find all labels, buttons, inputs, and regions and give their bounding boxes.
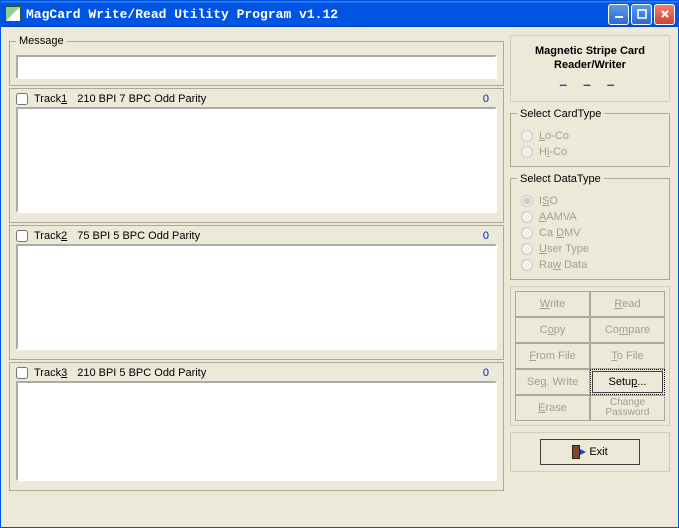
- button-grid: Write Read Copy Compare From File To Fil…: [510, 286, 670, 426]
- cardtype-hico[interactable]: Hi-Co: [521, 146, 659, 158]
- track1-checkbox[interactable]: [16, 93, 28, 105]
- message-legend: Message: [16, 35, 67, 47]
- minimize-icon: [614, 9, 624, 19]
- window-buttons: [608, 4, 675, 25]
- setup-button[interactable]: Setup...: [590, 369, 665, 395]
- brand-dashes: – – –: [515, 75, 665, 93]
- track1-header: Track1 210 BPI 7 BPC Odd Parity 0: [16, 93, 497, 105]
- track1-info: 210 BPI 7 BPC Odd Parity: [77, 93, 206, 105]
- track2-label: Track2: [34, 230, 67, 242]
- copy-button[interactable]: Copy: [515, 317, 590, 343]
- track2-info: 75 BPI 5 BPC Odd Parity: [77, 230, 200, 242]
- track1-group: Track1 210 BPI 7 BPC Odd Parity 0: [9, 88, 504, 223]
- app-icon: [5, 6, 21, 22]
- track3-header: Track3 210 BPI 5 BPC Odd Parity 0: [16, 367, 497, 379]
- datatype-usertype-radio[interactable]: [521, 243, 533, 255]
- titlebar: MagCard Write/Read Utility Program v1.12: [1, 1, 678, 27]
- track1-label: Track1: [34, 93, 67, 105]
- track2-textarea[interactable]: [16, 244, 497, 350]
- datatype-rawdata-radio[interactable]: [521, 259, 533, 271]
- track1-textarea[interactable]: [16, 107, 497, 213]
- datatype-legend: Select DataType: [517, 173, 604, 185]
- track2-header: Track2 75 BPI 5 BPC Odd Parity 0: [16, 230, 497, 242]
- datatype-aamva-radio[interactable]: [521, 211, 533, 223]
- track3-checkbox[interactable]: [16, 367, 28, 379]
- write-button[interactable]: Write: [515, 291, 590, 317]
- datatype-usertype[interactable]: User Type: [521, 243, 659, 255]
- datatype-cadmv[interactable]: Ca DMV: [521, 227, 659, 239]
- erase-button[interactable]: Erase: [515, 395, 590, 421]
- datatype-aamva[interactable]: AAMVA: [521, 211, 659, 223]
- from-file-button[interactable]: From File: [515, 343, 590, 369]
- seq-write-button[interactable]: Seq. Write: [515, 369, 590, 395]
- close-icon: [660, 9, 670, 19]
- track1-count: 0: [483, 93, 489, 105]
- track3-textarea[interactable]: [16, 381, 497, 481]
- cardtype-legend: Select CardType: [517, 108, 604, 120]
- datatype-cadmv-radio[interactable]: [521, 227, 533, 239]
- cardtype-hico-radio[interactable]: [521, 146, 533, 158]
- cardtype-loco-radio[interactable]: [521, 130, 533, 142]
- brand-box: Magnetic Stripe Card Reader/Writer – – –: [510, 35, 670, 102]
- exit-button[interactable]: Exit: [540, 439, 640, 465]
- datatype-group: Select DataType ISO AAMVA Ca DMV: [510, 173, 670, 280]
- change-password-button[interactable]: ChangePassword: [590, 395, 665, 421]
- exit-row: Exit: [510, 432, 670, 472]
- track3-count: 0: [483, 367, 489, 379]
- datatype-rawdata[interactable]: Raw Data: [521, 259, 659, 271]
- brand-line1: Magnetic Stripe Card: [515, 44, 665, 58]
- maximize-icon: [637, 9, 647, 19]
- cardtype-loco[interactable]: Lo-Co: [521, 130, 659, 142]
- compare-button[interactable]: Compare: [590, 317, 665, 343]
- right-column: Magnetic Stripe Card Reader/Writer – – –…: [510, 35, 670, 519]
- maximize-button[interactable]: [631, 4, 652, 25]
- datatype-iso-radio[interactable]: [521, 195, 533, 207]
- cardtype-group: Select CardType Lo-Co Hi-Co: [510, 108, 670, 167]
- window-title: MagCard Write/Read Utility Program v1.12: [26, 7, 608, 22]
- read-button[interactable]: Read: [590, 291, 665, 317]
- track3-group: Track3 210 BPI 5 BPC Odd Parity 0: [9, 362, 504, 491]
- track2-count: 0: [483, 230, 489, 242]
- track3-info: 210 BPI 5 BPC Odd Parity: [77, 367, 206, 379]
- left-column: Message Track1 210 BPI 7 BPC Odd Parity …: [9, 35, 504, 519]
- app-window: MagCard Write/Read Utility Program v1.12…: [0, 0, 679, 528]
- track2-checkbox[interactable]: [16, 230, 28, 242]
- message-input[interactable]: [16, 55, 497, 79]
- minimize-button[interactable]: [608, 4, 629, 25]
- to-file-button[interactable]: To File: [590, 343, 665, 369]
- exit-icon: [572, 445, 584, 459]
- datatype-iso[interactable]: ISO: [521, 195, 659, 207]
- track2-group: Track2 75 BPI 5 BPC Odd Parity 0: [9, 225, 504, 360]
- message-group: Message: [9, 35, 504, 86]
- track3-label: Track3: [34, 367, 67, 379]
- close-button[interactable]: [654, 4, 675, 25]
- brand-line2: Reader/Writer: [515, 58, 665, 72]
- client-area: Message Track1 210 BPI 7 BPC Odd Parity …: [1, 27, 678, 527]
